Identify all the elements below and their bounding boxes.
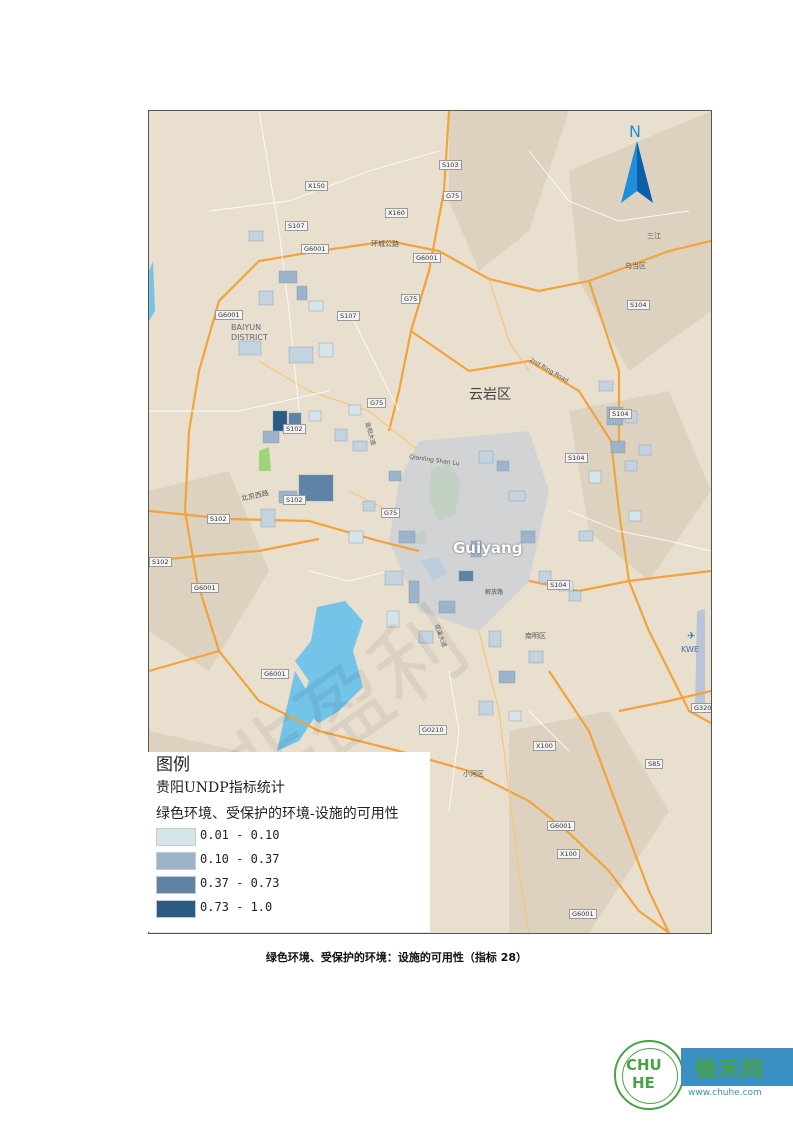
place-yunyan: 云岩区 bbox=[469, 387, 511, 403]
map-legend: 图例 贵阳UNDP指标统计 绿色环境、受保护的环境-设施的可用性 0.01 - … bbox=[148, 752, 430, 932]
road-label: S104 bbox=[627, 300, 650, 310]
legend-class-label: 0.73 - 1.0 bbox=[200, 900, 273, 914]
legend-heading: 图例 bbox=[156, 755, 190, 775]
road-label: S107 bbox=[337, 311, 360, 321]
road-label: G6001 bbox=[191, 583, 219, 593]
road-label: X150 bbox=[305, 181, 328, 191]
place-xiaohe: 小河区 bbox=[463, 770, 484, 778]
place-wudang: 乌当区 bbox=[625, 262, 646, 270]
brand-url[interactable]: www.chuhe.com bbox=[688, 1088, 762, 1098]
figure-caption: 绿色环境、受保护的环境：设施的可用性（指标 28） bbox=[265, 951, 528, 964]
road-label: S104 bbox=[565, 453, 588, 463]
road-label: G75 bbox=[443, 191, 463, 201]
road-name-ring: 环城公路 bbox=[371, 240, 399, 248]
road-label: S102 bbox=[283, 495, 306, 505]
road-label: G6001 bbox=[547, 821, 575, 831]
road-label: S103 bbox=[439, 160, 462, 170]
brand-banner: 锄禾网 bbox=[681, 1048, 793, 1086]
road-label: X100 bbox=[533, 741, 556, 751]
road-label: G75 bbox=[401, 294, 421, 304]
north-label: N bbox=[629, 122, 641, 141]
legend-swatch bbox=[156, 852, 196, 870]
road-name-jiefang: 解放路 bbox=[485, 589, 504, 596]
road-label: S104 bbox=[547, 580, 570, 590]
legend-class-label: 0.37 - 0.73 bbox=[200, 876, 280, 890]
road-label: G75 bbox=[367, 398, 387, 408]
legend-subtitle: 贵阳UNDP指标统计 bbox=[156, 780, 285, 796]
place-airport: KWE bbox=[681, 645, 699, 654]
place-nanming: 南明区 bbox=[525, 632, 546, 640]
chuhe-logo-icon: CHU HE bbox=[614, 1040, 684, 1110]
logo-text: HE bbox=[632, 1074, 655, 1092]
road-label: G75 bbox=[381, 508, 401, 518]
road-label: S102 bbox=[283, 424, 306, 434]
logo-text: CHU bbox=[626, 1056, 662, 1074]
legend-swatch bbox=[156, 900, 196, 918]
road-label: G6001 bbox=[301, 244, 329, 254]
road-label: G320 bbox=[691, 703, 711, 713]
place-guiyang: Guiyang bbox=[453, 539, 523, 557]
road-label: S102 bbox=[207, 514, 230, 524]
legend-swatch bbox=[156, 828, 196, 846]
road-label: G6001 bbox=[261, 669, 289, 679]
road-label: G6001 bbox=[413, 253, 441, 263]
legend-class-label: 0.10 - 0.37 bbox=[200, 852, 280, 866]
place-sanjiang: 三江 bbox=[647, 232, 661, 240]
airport-icon: ✈ bbox=[687, 631, 695, 642]
road-label: X100 bbox=[557, 849, 580, 859]
road-label: S104 bbox=[609, 409, 632, 419]
legend-swatch bbox=[156, 876, 196, 894]
road-label: G6001 bbox=[569, 909, 597, 919]
road-label: G6001 bbox=[215, 310, 243, 320]
road-label: S102 bbox=[149, 557, 172, 567]
place-baiyun: BAIYUN DISTRICT bbox=[231, 323, 268, 342]
road-label: X160 bbox=[385, 208, 408, 218]
road-label: S107 bbox=[285, 221, 308, 231]
road-label: G0210 bbox=[419, 725, 447, 735]
road-label: S85 bbox=[645, 759, 664, 769]
svg-text:✈: ✈ bbox=[687, 631, 695, 642]
legend-class-label: 0.01 - 0.10 bbox=[200, 828, 280, 842]
legend-field: 绿色环境、受保护的环境-设施的可用性 bbox=[156, 806, 399, 822]
brand-name: 锄禾网 bbox=[695, 1058, 765, 1083]
